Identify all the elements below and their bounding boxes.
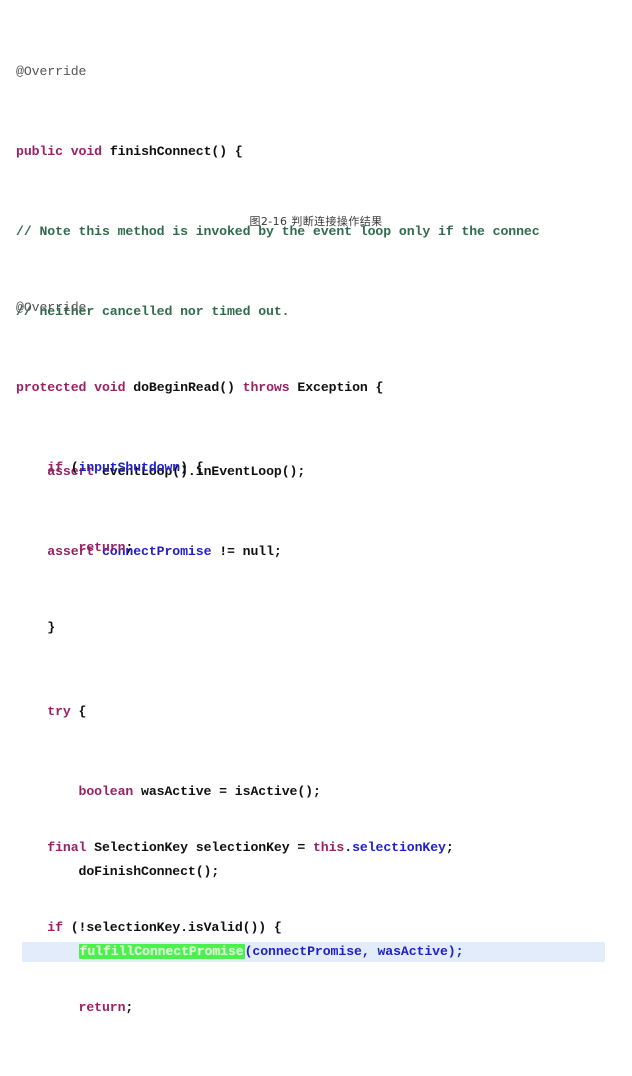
keyword-boolean: boolean	[78, 784, 134, 799]
space: (	[62, 460, 79, 475]
keyword-void: void	[70, 144, 102, 159]
expr-is-valid: (!selectionKey.isValid()) {	[70, 920, 282, 935]
method-finish-connect: finishConnect() {	[109, 144, 243, 159]
field-selection-key: selectionKey	[352, 840, 446, 855]
keyword-public: public	[16, 144, 63, 159]
keyword-protected: protected	[16, 380, 87, 395]
keyword-final: final	[47, 840, 87, 855]
keyword-throws: throws	[242, 380, 290, 395]
keyword-return: return	[78, 1000, 126, 1015]
paren-brace: ) {	[180, 460, 204, 475]
brace-open: {	[78, 704, 87, 719]
keyword-void: void	[94, 380, 126, 395]
search-highlight-fulfill-connect-promise[interactable]: fulfillConnectPromise	[78, 944, 245, 959]
code-line: public void finishConnect() {	[0, 142, 632, 162]
field-input-shutdown: inputShutdown	[78, 460, 181, 475]
decl-selection-key: SelectionKey selectionKey =	[94, 840, 306, 855]
code-line: if (!selectionKey.isValid()) {	[0, 918, 632, 938]
code-line: }	[0, 618, 632, 638]
code-listing-page: @Override public void finishConnect() { …	[0, 0, 632, 1015]
annotation-override: @Override	[16, 64, 87, 79]
keyword-this: this	[312, 840, 345, 855]
expr-neq-null: != null;	[219, 544, 282, 559]
call-do-finish-connect: doFinishConnect();	[78, 864, 220, 879]
annotation-override: @Override	[16, 300, 87, 315]
semicolon: ;	[125, 1000, 134, 1015]
call-args-fulfill: (connectPromise, wasActive);	[244, 944, 464, 959]
method-do-begin-read: doBeginRead()	[133, 380, 235, 395]
type-exception: Exception {	[297, 380, 384, 395]
semicolon: ;	[125, 540, 134, 555]
dot: .	[344, 840, 353, 855]
semicolon: ;	[445, 840, 454, 855]
keyword-if: if	[47, 460, 63, 475]
keyword-if: if	[47, 920, 63, 935]
keyword-return: return	[78, 540, 126, 555]
code-line: protected void doBeginRead() throws Exce…	[0, 378, 632, 398]
keyword-try: try	[47, 704, 71, 719]
comment-line-1: // Note this method is invoked by the ev…	[16, 224, 540, 239]
code-line: @Override	[0, 62, 632, 82]
expr-was-active: wasActive = isActive();	[141, 784, 321, 799]
code-line: final SelectionKey selectionKey = this.s…	[0, 838, 632, 858]
code-line: return;	[0, 998, 632, 1018]
brace-close: }	[47, 620, 56, 635]
